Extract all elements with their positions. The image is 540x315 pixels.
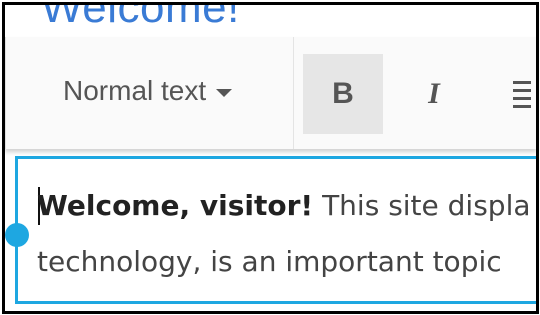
editor-line-1: Welcome, visitor! This site displa — [37, 189, 531, 222]
page-heading: Welcome! — [41, 2, 240, 32]
italic-button[interactable]: I — [394, 54, 474, 134]
intro-text: This site displa — [313, 189, 531, 222]
welcome-bold-text: Welcome, visitor! — [37, 189, 314, 222]
align-button[interactable] — [475, 54, 535, 134]
text-style-label: Normal text — [63, 75, 207, 106]
align-left-icon — [513, 80, 531, 108]
selection-handle[interactable] — [5, 223, 29, 247]
italic-icon: I — [428, 77, 440, 110]
formatting-toolbar: Normal text B I — [5, 37, 536, 149]
toolbar-divider — [293, 37, 294, 149]
text-style-dropdown[interactable]: Normal text — [63, 69, 233, 113]
editor-line-2: technology, is an important topic — [37, 245, 502, 278]
text-editor-area[interactable]: Welcome, visitor! This site displa techn… — [15, 156, 536, 304]
bold-icon: B — [332, 77, 354, 110]
toolbar-divider-left — [5, 37, 6, 149]
bold-button[interactable]: B — [303, 54, 383, 134]
chevron-down-icon — [216, 89, 233, 97]
editor-window: Welcome! Normal text B I Welcome, visito… — [2, 2, 539, 314]
